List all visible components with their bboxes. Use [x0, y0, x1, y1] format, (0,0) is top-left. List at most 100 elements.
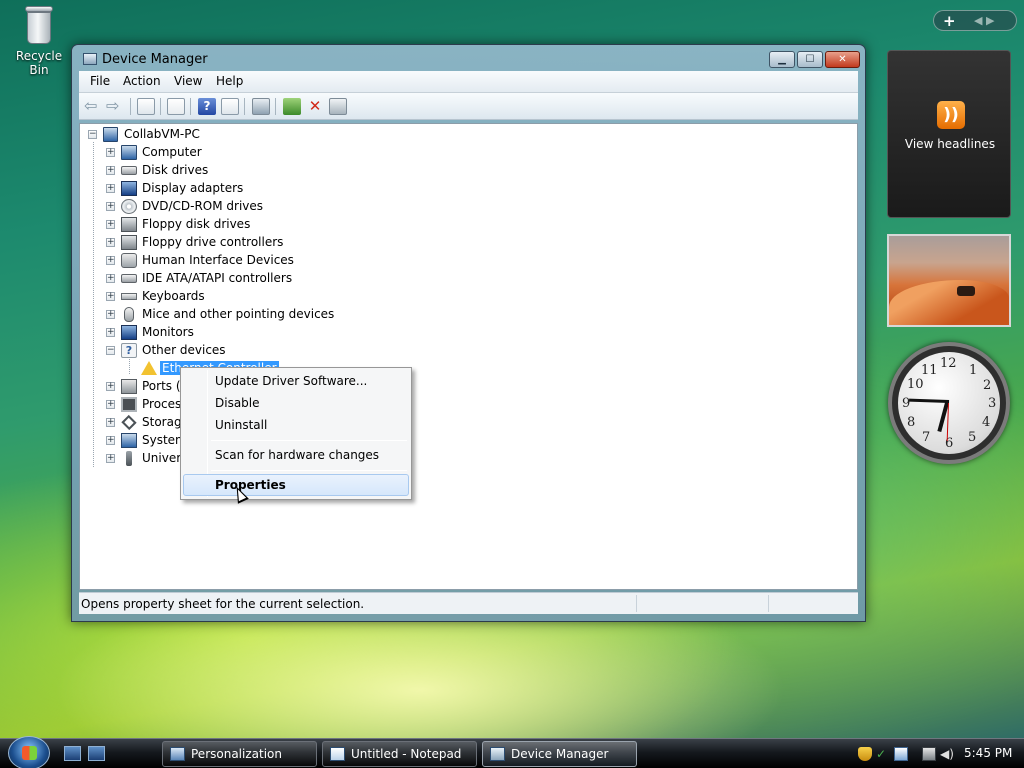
- update-driver-icon[interactable]: [283, 98, 301, 115]
- device-manager-icon: [490, 747, 505, 761]
- menu-view[interactable]: View: [174, 74, 202, 88]
- tree-node-hid[interactable]: + Human Interface Devices: [106, 252, 406, 270]
- tree-node-dvd-drives[interactable]: + DVD/CD-ROM drives: [106, 198, 406, 216]
- menu-item-properties[interactable]: Properties: [183, 474, 409, 496]
- clock-time[interactable]: 5:45 PM: [964, 746, 1012, 760]
- sidebar-controls: + ◀ ▶: [933, 10, 1017, 31]
- tree-node-label: Mice and other pointing devices: [142, 307, 335, 321]
- expand-icon[interactable]: +: [106, 310, 115, 319]
- taskbar-button-device-manager[interactable]: Device Manager: [482, 741, 637, 767]
- help-icon[interactable]: ?: [198, 98, 216, 115]
- tree-node-label: Keyboards: [142, 289, 205, 303]
- tree-node-floppy-controllers[interactable]: + Floppy drive controllers: [106, 234, 406, 252]
- scan-hardware-icon[interactable]: [252, 98, 270, 115]
- menu-help[interactable]: Help: [216, 74, 243, 88]
- disable-icon[interactable]: [329, 98, 347, 115]
- device-manager-window: Device Manager ▁ ☐ ✕ File Action View He…: [71, 44, 866, 622]
- back-arrow-icon[interactable]: ⇦: [84, 96, 97, 115]
- feed-headlines-gadget[interactable]: )) View headlines: [887, 50, 1011, 218]
- feed-label: View headlines: [904, 137, 996, 151]
- security-shield-icon[interactable]: [858, 747, 872, 761]
- volume-icon[interactable]: ◀): [940, 747, 954, 761]
- tree-node-label: Human Interface Devices: [142, 253, 294, 267]
- collapse-icon[interactable]: −: [88, 130, 97, 139]
- hid-icon: [121, 253, 137, 268]
- menu-item-uninstall[interactable]: Uninstall: [183, 414, 409, 436]
- expand-icon[interactable]: +: [106, 148, 115, 157]
- collapse-icon[interactable]: −: [106, 346, 115, 355]
- expand-icon[interactable]: +: [106, 436, 115, 445]
- expand-icon[interactable]: +: [106, 382, 115, 391]
- tree-node-label: IDE ATA/ATAPI controllers: [142, 271, 293, 285]
- device-manager-icon: [83, 53, 97, 65]
- menu-item-disable[interactable]: Disable: [183, 392, 409, 414]
- taskbar-button-notepad[interactable]: Untitled - Notepad: [322, 741, 477, 767]
- tree-node-label: Monitors: [142, 325, 194, 339]
- tree-node-computer[interactable]: + Computer: [106, 144, 406, 162]
- expand-icon[interactable]: +: [106, 238, 115, 247]
- network-icon[interactable]: [922, 747, 936, 761]
- tree-root[interactable]: − CollabVM-PC: [88, 126, 388, 144]
- tree-node-label: Computer: [142, 145, 202, 159]
- menu-file[interactable]: File: [90, 74, 110, 88]
- forward-arrow-icon[interactable]: ⇨: [106, 96, 119, 115]
- add-gadget-icon[interactable]: +: [943, 12, 956, 30]
- clock-gadget[interactable]: 12 1 2 3 4 5 6 7 8 9 10 11: [888, 342, 1010, 464]
- safely-remove-icon[interactable]: ✓: [876, 747, 890, 761]
- expand-icon[interactable]: +: [106, 166, 115, 175]
- show-desktop-icon[interactable]: [64, 746, 81, 761]
- minimize-button[interactable]: ▁: [769, 51, 795, 68]
- menu-item-scan-hardware[interactable]: Scan for hardware changes: [183, 444, 409, 466]
- show-hide-tree-icon[interactable]: [137, 98, 155, 115]
- expand-icon[interactable]: +: [106, 274, 115, 283]
- slideshow-gadget[interactable]: [887, 234, 1011, 327]
- clock-number: 11: [921, 363, 938, 378]
- clock-number: 8: [907, 415, 916, 430]
- tree-node-disk-drives[interactable]: + Disk drives: [106, 162, 406, 180]
- expand-icon[interactable]: +: [106, 184, 115, 193]
- gadget-nav-arrows-icon[interactable]: ◀ ▶: [974, 14, 994, 27]
- tree-node-mice[interactable]: + Mice and other pointing devices: [106, 306, 406, 324]
- personalization-icon: [170, 747, 185, 761]
- taskbar-button-label: Untitled - Notepad: [351, 747, 462, 761]
- expand-icon[interactable]: +: [106, 292, 115, 301]
- expand-icon[interactable]: +: [106, 220, 115, 229]
- expand-icon[interactable]: +: [106, 454, 115, 463]
- computer-icon: [121, 145, 137, 160]
- storage-icon: [121, 414, 137, 431]
- oryx-image: [957, 286, 975, 296]
- recycle-bin[interactable]: Recycle Bin: [6, 2, 72, 77]
- start-button[interactable]: [8, 736, 50, 768]
- processor-icon: [121, 397, 137, 412]
- expand-icon[interactable]: +: [106, 202, 115, 211]
- tree-node-monitors[interactable]: + Monitors: [106, 324, 406, 342]
- menu-item-update-driver[interactable]: Update Driver Software...: [183, 370, 409, 392]
- expand-icon[interactable]: +: [106, 418, 115, 427]
- menu-action[interactable]: Action: [123, 74, 161, 88]
- tree-node-keyboards[interactable]: + Keyboards: [106, 288, 406, 306]
- close-button[interactable]: ✕: [825, 51, 860, 68]
- mouse-icon: [124, 307, 134, 322]
- menu-item-label: Disable: [215, 396, 260, 410]
- action-pane-icon[interactable]: [221, 98, 239, 115]
- expand-icon[interactable]: +: [106, 256, 115, 265]
- tree-node-ide-controllers[interactable]: + IDE ATA/ATAPI controllers: [106, 270, 406, 288]
- expand-icon[interactable]: +: [106, 400, 115, 409]
- menu-separator: [211, 440, 407, 441]
- recycle-bin-icon: [23, 4, 55, 46]
- floppy-drive-icon: [121, 217, 137, 232]
- tree-node-display-adapters[interactable]: + Display adapters: [106, 180, 406, 198]
- tree-node-floppy-disk-drives[interactable]: + Floppy disk drives: [106, 216, 406, 234]
- maximize-button[interactable]: ☐: [797, 51, 823, 68]
- properties-icon[interactable]: [167, 98, 185, 115]
- expand-icon[interactable]: +: [106, 328, 115, 337]
- tree-node-label: Other devices: [142, 343, 226, 357]
- windows-logo-icon: [22, 746, 37, 760]
- windows-update-icon[interactable]: [894, 747, 908, 761]
- uninstall-icon[interactable]: ✕: [306, 98, 324, 115]
- switch-windows-icon[interactable]: [88, 746, 105, 761]
- rss-icon: )): [937, 101, 965, 129]
- tree-node-label: Display adapters: [142, 181, 244, 195]
- tree-node-other-devices[interactable]: − ? Other devices: [106, 342, 406, 360]
- taskbar-button-personalization[interactable]: Personalization: [162, 741, 317, 767]
